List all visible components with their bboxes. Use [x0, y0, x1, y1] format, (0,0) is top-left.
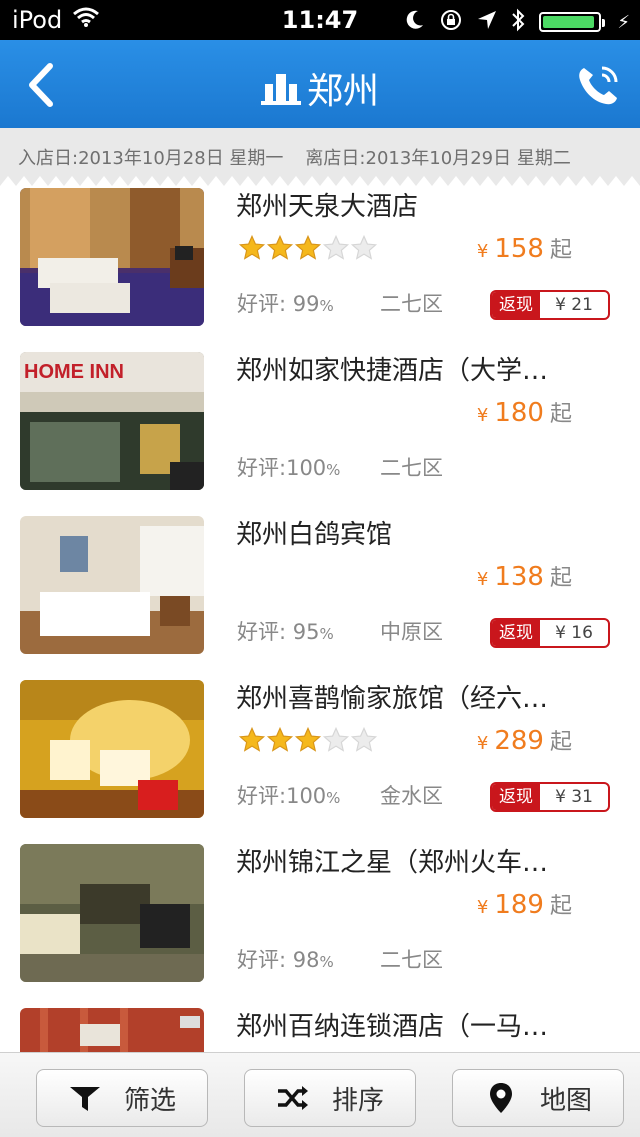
hotel-photo — [20, 1008, 204, 1052]
rotation-lock-icon — [439, 8, 463, 36]
hotel-name: 郑州百纳连锁酒店（一马… — [236, 1012, 549, 1042]
charging-bolt-icon: ⚡ — [617, 11, 630, 33]
hotel-list-item[interactable]: HOME INN 郑州如家快捷酒店（大学… ¥180 起 好评:100% 二七区 — [0, 350, 640, 514]
hotel-photo — [20, 516, 204, 654]
map-button[interactable]: 地图 — [452, 1069, 624, 1127]
hotel-district: 二七区 — [380, 292, 443, 316]
zigzag-divider — [0, 176, 640, 186]
hotel-district: 二七区 — [380, 456, 443, 480]
moon-icon — [405, 9, 425, 35]
hotel-rating: 好评:100% — [237, 456, 341, 480]
call-button[interactable] — [574, 62, 624, 108]
star-filled-icon — [266, 234, 294, 260]
star-filled-icon — [294, 234, 322, 260]
hotel-photo: HOME INN — [20, 352, 204, 490]
hotel-rating: 好评: 95% — [237, 620, 334, 644]
battery-icon — [539, 12, 606, 32]
cashback-badge: 返现 ¥ 31 — [490, 782, 610, 812]
star-empty-icon — [350, 726, 378, 752]
star-rating — [238, 234, 378, 262]
hotel-district: 中原区 — [380, 620, 443, 644]
shuffle-icon — [277, 1086, 308, 1110]
hotel-rating: 好评:100% — [237, 784, 341, 808]
checkin-label: 入店日: — [18, 148, 79, 169]
map-label: 地图 — [539, 1085, 592, 1116]
page-title: 郑州 — [306, 71, 379, 112]
star-rating — [238, 726, 378, 754]
hotel-photo — [20, 844, 204, 982]
hotel-photo — [20, 680, 204, 818]
star-empty-icon — [322, 726, 350, 752]
hotel-name: 郑州白鸽宾馆 — [236, 520, 393, 550]
status-bar: iPod 11:47 ⚡ — [0, 0, 640, 40]
hotel-rating: 好评: 99% — [237, 292, 334, 316]
hotel-price: ¥189 起 — [476, 890, 572, 920]
cashback-badge: 返现 ¥ 16 — [490, 618, 610, 648]
sort-button[interactable]: 排序 — [244, 1069, 416, 1127]
filter-icon — [69, 1087, 100, 1111]
sort-label: 排序 — [331, 1085, 384, 1116]
star-filled-icon — [238, 234, 266, 260]
location-arrow-icon — [477, 10, 497, 34]
hotel-price: ¥158 起 — [476, 234, 572, 264]
hotel-name: 郑州如家快捷酒店（大学… — [236, 356, 549, 386]
hotel-price: ¥289 起 — [476, 726, 572, 756]
checkout-date: 2013年10月29日 星期二 — [365, 148, 571, 169]
star-empty-icon — [322, 234, 350, 260]
hotel-list-item[interactable]: 郑州天泉大酒店 ¥158 起 好评: 99% 二七区 返现 ¥ 21 — [0, 186, 640, 350]
nav-bar: 郑州 — [0, 40, 640, 128]
hotel-list-item[interactable]: 郑州喜鹊愉家旅馆（经六… ¥289 起 好评:100% 金水区 返现 ¥ 31 — [0, 678, 640, 842]
star-empty-icon — [350, 234, 378, 260]
hotel-list[interactable]: 郑州天泉大酒店 ¥158 起 好评: 99% 二七区 返现 ¥ 21 HOME IN… — [0, 186, 640, 1052]
hotel-rating: 好评: 98% — [237, 948, 334, 972]
bottom-toolbar: 筛选 排序 地图 — [0, 1052, 640, 1137]
hotel-list-item[interactable]: 郑州百纳连锁酒店（一马… — [0, 1006, 640, 1052]
map-pin-icon — [489, 1083, 512, 1113]
hotel-name: 郑州天泉大酒店 — [236, 192, 419, 222]
city-building-icon — [260, 74, 301, 105]
filter-button[interactable]: 筛选 — [36, 1069, 208, 1127]
filter-label: 筛选 — [123, 1085, 176, 1116]
star-filled-icon — [294, 726, 322, 752]
hotel-photo — [20, 188, 204, 326]
hotel-list-item[interactable]: 郑州白鸽宾馆 ¥138 起 好评: 95% 中原区 返现 ¥ 16 — [0, 514, 640, 678]
hotel-district: 二七区 — [380, 948, 443, 972]
phone-icon — [579, 66, 618, 105]
hotel-price: ¥180 起 — [476, 398, 572, 428]
hotel-price: ¥138 起 — [476, 562, 572, 592]
hotel-name: 郑州锦江之星（郑州火车… — [236, 848, 549, 878]
checkout-label: 离店日: — [305, 148, 366, 169]
cashback-badge: 返现 ¥ 21 — [490, 290, 610, 320]
bluetooth-icon — [511, 8, 525, 36]
thumb-sign-text: HOME INN — [24, 361, 124, 383]
hotel-list-item[interactable]: 郑州锦江之星（郑州火车… ¥189 起 好评: 98% 二七区 — [0, 842, 640, 1006]
star-filled-icon — [238, 726, 266, 752]
date-bar[interactable]: 入店日:2013年10月28日 星期一 离店日:2013年10月29日 星期二 — [0, 128, 640, 186]
hotel-district: 金水区 — [380, 784, 443, 808]
hotel-name: 郑州喜鹊愉家旅馆（经六… — [236, 684, 549, 714]
star-filled-icon — [266, 726, 294, 752]
checkin-date: 2013年10月28日 星期一 — [78, 148, 284, 169]
